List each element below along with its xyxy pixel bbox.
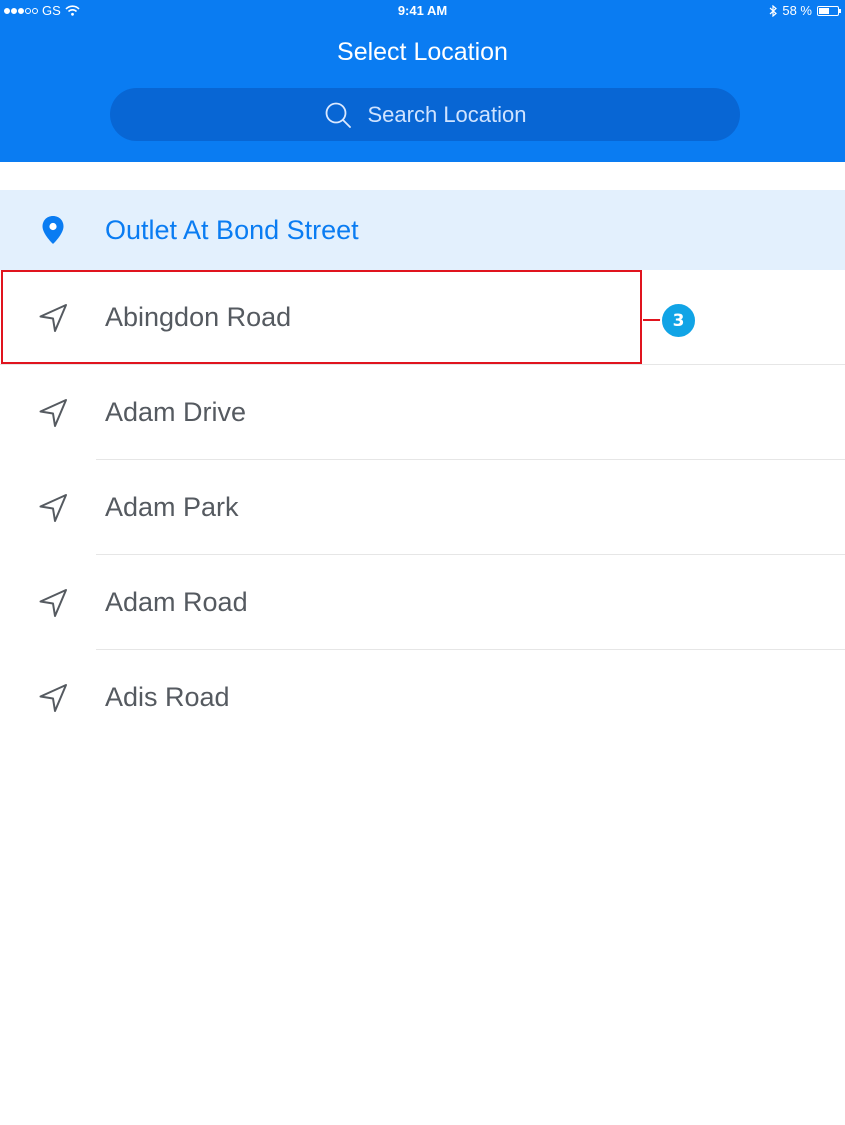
location-pin-icon bbox=[36, 213, 70, 247]
bluetooth-icon bbox=[769, 4, 778, 17]
location-item[interactable]: Adam Drive bbox=[0, 365, 845, 460]
search-placeholder: Search Location bbox=[367, 101, 527, 127]
location-item[interactable]: Abingdon Road bbox=[0, 270, 845, 365]
navigation-arrow-icon bbox=[36, 586, 70, 620]
location-label: Abingdon Road bbox=[105, 302, 292, 332]
search-input[interactable]: Search Location bbox=[110, 88, 740, 141]
location-item[interactable]: Adis Road bbox=[0, 650, 845, 745]
navigation-arrow-icon bbox=[36, 491, 70, 525]
annotation-step-badge: 3 bbox=[660, 302, 697, 339]
annotation-connector bbox=[643, 319, 661, 321]
battery-percent: 58 % bbox=[782, 3, 812, 18]
navigation-arrow-icon bbox=[36, 681, 70, 715]
location-item[interactable]: Adam Park bbox=[0, 460, 845, 555]
search-icon bbox=[325, 102, 351, 128]
navigation-arrow-icon bbox=[36, 301, 70, 335]
current-location-label: Outlet At Bond Street bbox=[105, 214, 359, 245]
page-title: Select Location bbox=[337, 38, 508, 66]
location-list: Outlet At Bond Street Abingdon Road Adam… bbox=[0, 190, 845, 745]
battery-icon bbox=[817, 5, 841, 16]
status-bar: GS 9:41 AM 58 % bbox=[0, 0, 845, 22]
location-label: Adis Road bbox=[105, 682, 230, 712]
status-right: 58 % bbox=[769, 3, 841, 18]
location-label: Adam Road bbox=[105, 587, 248, 617]
location-item[interactable]: Adam Road bbox=[0, 555, 845, 650]
location-label: Adam Drive bbox=[105, 397, 247, 427]
status-time: 9:41 AM bbox=[397, 3, 448, 18]
navigation-arrow-icon bbox=[36, 396, 70, 430]
current-location-item[interactable]: Outlet At Bond Street bbox=[0, 190, 845, 270]
location-label: Adam Park bbox=[105, 492, 239, 522]
header-bar: GS 9:41 AM 58 % Select Location Search L… bbox=[0, 0, 845, 162]
